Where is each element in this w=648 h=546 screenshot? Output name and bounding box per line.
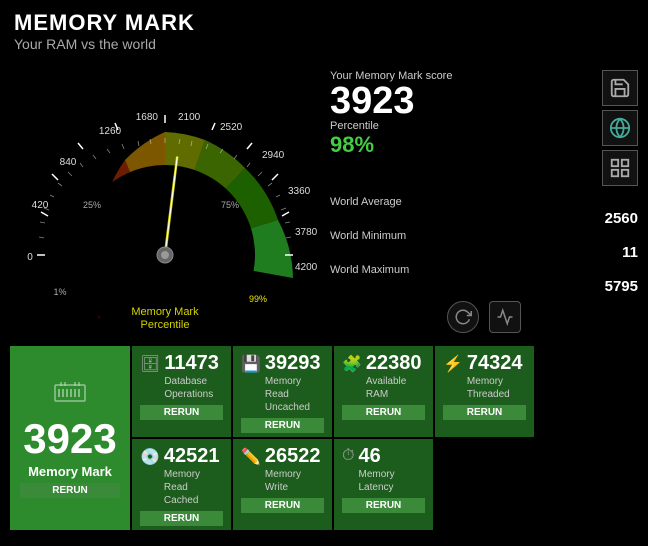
svg-text:25%: 25% [83,200,101,210]
memory-mark-cell: 3923 Memory Mark RERUN [10,346,130,530]
svg-text:3780: 3780 [295,227,318,238]
icons-col [602,70,638,186]
available-ram-label: Available RAM [366,375,425,401]
memory-icon [54,379,86,414]
memory-threaded-label: Memory Threaded [467,375,526,401]
database-icon: 🗄 [140,354,160,374]
cached-icon: 💿 [140,447,160,467]
right-panel: Your Memory Mark score 3923 Percentile 9… [330,60,638,340]
memory-latency-cell: ⏱ 46 Memory Latency RERUN [334,439,433,530]
svg-text:99%: 99% [249,294,267,304]
graph-icon-button[interactable] [489,301,521,333]
database-label: DatabaseOperations [164,375,219,401]
results-grid: 3923 Memory Mark RERUN 🗄 11473 DatabaseO… [0,344,648,534]
main-score-value: 3923 [23,418,116,460]
memory-read-cached-rerun-button[interactable]: RERUN [140,511,223,526]
bottom-icons [330,301,638,333]
percentile-label: Percentile [330,120,594,132]
svg-text:2520: 2520 [220,122,243,133]
svg-text:75%: 75% [221,200,239,210]
svg-text:Memory Mark: Memory Mark [131,306,199,318]
memory-threaded-cell: ⚡ 74324 Memory Threaded RERUN [435,346,534,437]
available-ram-score: 22380 [366,352,425,375]
ram-icon: 🧩 [342,354,362,374]
memory-write-label: Memory Write [265,468,324,494]
world-minimum-row: World Minimum [330,230,638,242]
write-icon: ✏️ [241,447,261,467]
memory-latency-label: Memory Latency [358,468,425,494]
gauge-container: 0 420 840 1260 1680 2100 2520 2940 3360 … [10,60,320,340]
gauge-svg: 0 420 840 1260 1680 2100 2520 2940 3360 … [10,60,320,340]
database-rerun-button[interactable]: RERUN [140,405,223,420]
svg-text:2100: 2100 [178,112,201,123]
svg-text:420: 420 [32,200,49,211]
header: MEMORY MARK Your RAM vs the world [0,0,648,56]
main-content: 0 420 840 1260 1680 2100 2520 2940 3360 … [0,56,648,344]
available-ram-rerun-button[interactable]: RERUN [342,405,425,420]
refresh-icon-button[interactable] [447,301,479,333]
memory-write-cell: ✏️ 26522 Memory Write RERUN [233,439,332,530]
memory-read-cached-cell: 💿 42521 Memory ReadCached RERUN [132,439,231,530]
memory-read-uncached-label: Memory ReadUncached [265,375,324,414]
memory-read-cached-label: Memory ReadCached [164,468,223,507]
score-text: Your Memory Mark score 3923 Percentile 9… [330,70,594,158]
world-maximum-value: 5795 [330,278,638,295]
world-average-row: World Average [330,196,638,208]
svg-text:Percentile: Percentile [141,319,190,331]
svg-text:1%: 1% [53,287,66,297]
memory-read-uncached-score: 39293 [265,352,324,375]
world-minimum-value: 11 [330,244,638,261]
svg-text:1680: 1680 [136,112,159,123]
page-title: MEMORY MARK [14,10,634,36]
save-icon-button[interactable] [602,70,638,106]
database-score: 11473 [164,352,219,375]
svg-text:840: 840 [60,157,77,168]
memory-threaded-rerun-button[interactable]: RERUN [443,405,526,420]
main-score-label: Memory Mark [28,464,112,479]
latency-icon: ⏱ [342,447,354,465]
memory-latency-rerun-button[interactable]: RERUN [342,498,425,513]
page-subtitle: Your RAM vs the world [14,36,634,52]
score-section: Your Memory Mark score 3923 Percentile 9… [330,70,638,186]
memory-read-cached-score: 42521 [164,445,223,468]
svg-text:1260: 1260 [99,126,122,137]
globe-icon-button[interactable] [602,110,638,146]
svg-text:0: 0 [27,252,33,263]
memory-uncached-icon: 💾 [241,354,261,374]
available-ram-cell: 🧩 22380 Available RAM RERUN [334,346,433,437]
memory-write-rerun-button[interactable]: RERUN [241,498,324,513]
stats-section: World Average 2560 World Minimum 11 Worl… [330,196,638,295]
svg-text:4200: 4200 [295,262,318,273]
svg-text:2940: 2940 [262,150,285,161]
memory-read-uncached-rerun-button[interactable]: RERUN [241,418,324,433]
svg-text:3360: 3360 [288,186,311,197]
memory-latency-score: 46 [358,445,425,468]
main-rerun-button[interactable]: RERUN [20,483,120,498]
world-maximum-row: World Maximum [330,264,638,276]
database-ops-cell: 🗄 11473 DatabaseOperations RERUN [132,346,231,437]
chart-icon-button[interactable] [602,150,638,186]
memory-threaded-score: 74324 [467,352,526,375]
percentile-value: 98% [330,132,594,158]
memory-write-score: 26522 [265,445,324,468]
threaded-icon: ⚡ [443,354,463,374]
score-value: 3923 [330,82,594,120]
world-average-value: 2560 [330,210,638,227]
memory-read-uncached-cell: 💾 39293 Memory ReadUncached RERUN [233,346,332,437]
